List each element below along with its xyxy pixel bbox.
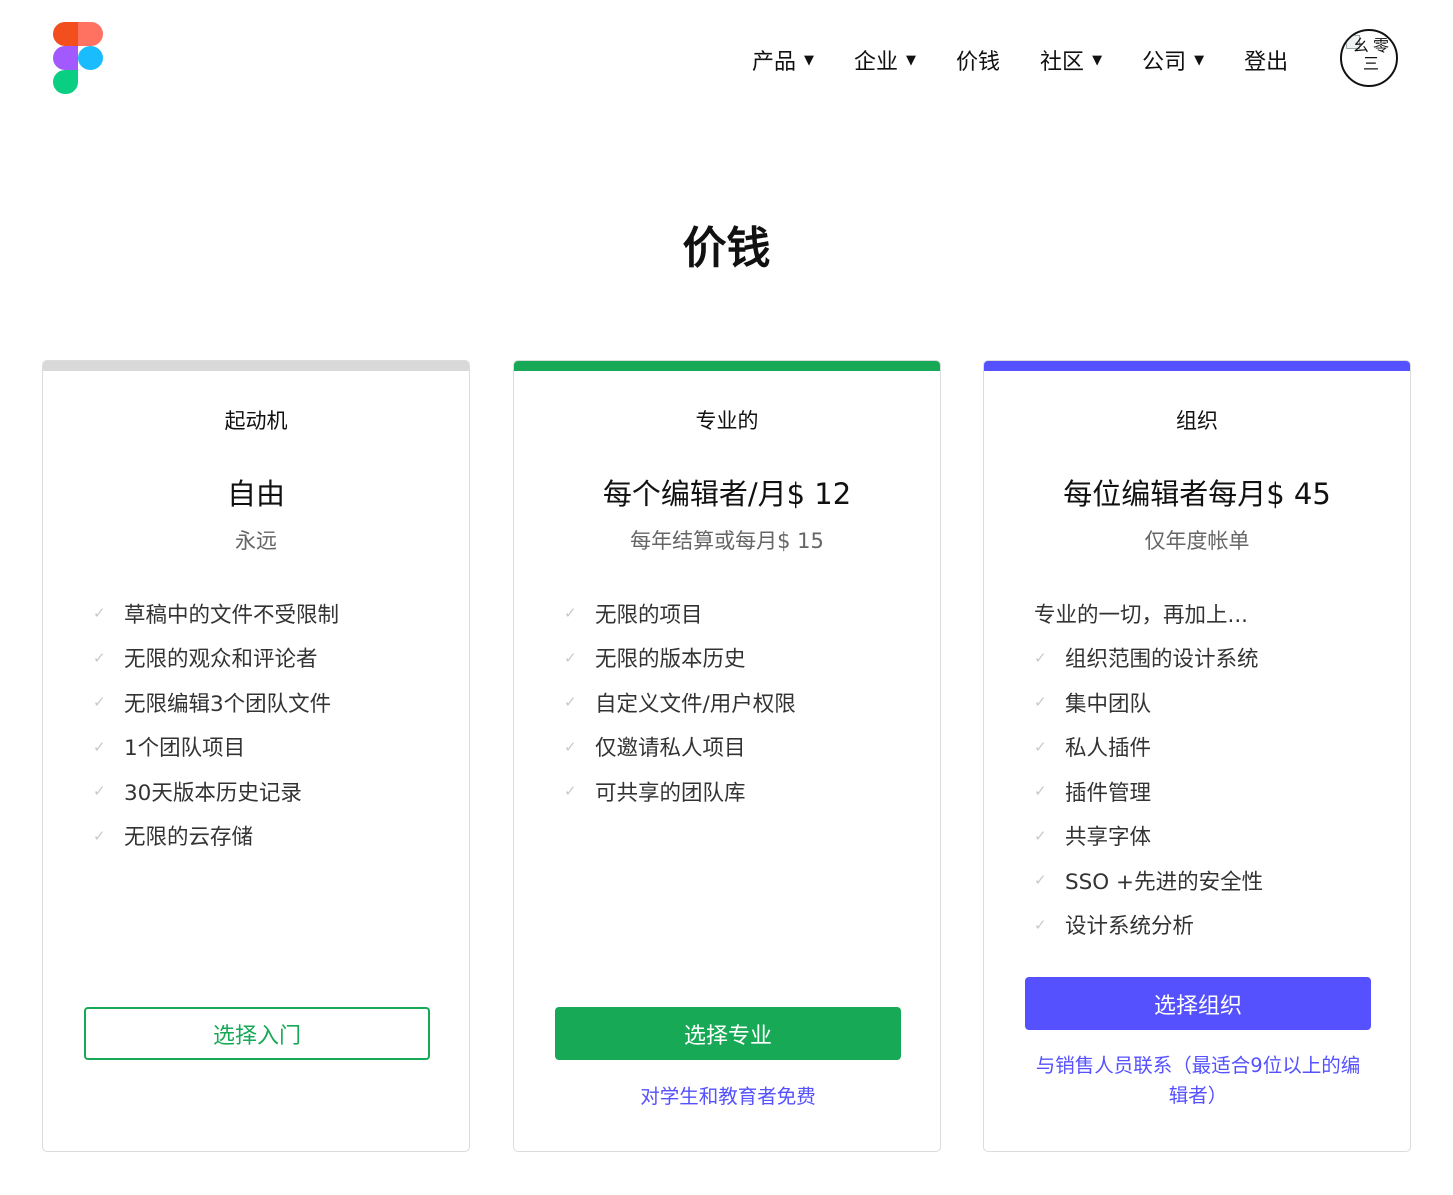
feature-item: ✓ 可共享的团队库 [564,780,746,806]
feature-item: ✓ SSO +先进的安全性 [1034,869,1264,895]
card-accent-bar [514,361,940,371]
check-icon: ✓ [1034,737,1047,756]
check-icon: ✓ [93,826,106,845]
choose-starter-button[interactable]: 选择入门 [84,1007,430,1060]
plan-tier: 专业的 [695,409,759,433]
check-icon: ✓ [564,648,577,667]
nav-label: 产品 [752,50,797,75]
contact-sales-line: 辑者） [1168,1084,1228,1107]
logo-piece-green [53,70,78,94]
check-icon: ✓ [1034,826,1047,845]
feature-item: ✓ 无限的云存储 [93,825,254,851]
card-accent-bar [984,361,1410,371]
check-icon: ✓ [564,782,577,801]
plan-card-professional: 专业的 每个编辑者/月$ 12 每年结算或每月$ 15 ✓ 无限的项目 ✓ 无限的版… [513,360,941,1152]
feature-item: ✓ 30天版本历史记录 [93,780,302,806]
nav-item-pricing[interactable]: 价钱 [956,44,1000,76]
contact-sales-line: 与销售人员联系（最适合9位以上的编 [1035,1054,1361,1077]
feature-item: ✓ 无限编辑3个团队文件 [93,691,332,717]
card-accent-bar [43,361,469,371]
check-icon: ✓ [564,693,577,712]
plan-tier: 组织 [1176,409,1218,433]
choose-organization-button[interactable]: 选择组织 [1025,977,1371,1030]
nav-label: 价钱 [956,50,1001,75]
check-icon: ✓ [93,782,106,801]
nav-label: 社区 [1040,50,1085,75]
feature-list: ✓ 草稿中的文件不受限制 ✓ 无限的观众和评论者 ✓ 无限编辑3个团队文件 ✓ 1个团队… [93,591,339,858]
feature-item: ✓ 组织范围的设计系统 [1034,647,1259,673]
check-icon: ✓ [93,693,106,712]
nav-label: 公司 [1142,50,1187,75]
feature-item: ✓ 1个团队项目 [93,736,246,762]
plan-billing: 仅年度帐单 [1144,529,1250,553]
feature-item: ✓ 共享字体 [1034,825,1152,851]
page-title: 价钱 [682,223,771,274]
feature-item: ✓ 集中团队 [1034,691,1152,717]
feature-intro: 专业的一切，再加上... [1034,602,1249,628]
nav-item-company[interactable]: 公司 ▼ [1142,44,1204,76]
caret-down-icon: ▼ [1092,52,1103,68]
nav-item-enterprise[interactable]: 企业 ▼ [854,44,916,76]
plan-price: 自由 [226,477,285,511]
nav-item-logout[interactable]: 登出 [1244,44,1288,76]
logo-piece-blue [78,46,103,70]
logo-piece-salmon [78,22,103,46]
feature-item: ✓ 插件管理 [1034,780,1152,806]
contact-sales-link[interactable]: 与销售人员联系（最适合9位以上的编 辑者） [1014,1051,1382,1111]
avatar-alt-text: 幺零三 [1352,36,1393,73]
check-icon: ✓ [93,648,106,667]
feature-list: ✓ 无限的项目 ✓ 无限的版本历史 ✓ 自定义文件/用户权限 ✓ 仅邀请私人项目 ✓ 可共… [564,591,796,814]
plan-billing: 每年结算或每月$ 15 [630,529,824,553]
nav-item-products[interactable]: 产品 ▼ [752,44,814,76]
check-icon: ✓ [1034,648,1047,667]
plan-card-organization: 组织 每位编辑者每月$ 45 仅年度帐单 专业的一切，再加上... ✓ 组织范围的… [983,360,1411,1152]
check-icon: ✓ [93,737,106,756]
check-icon: ✓ [1034,915,1047,934]
caret-down-icon: ▼ [1194,52,1205,68]
plan-price: 每个编辑者/月$ 12 [602,477,852,511]
plan-price: 每位编辑者每月$ 45 [1063,477,1331,511]
feature-item: ✓ 草稿中的文件不受限制 [93,602,340,628]
caret-down-icon: ▼ [804,52,815,68]
choose-professional-button[interactable]: 选择专业 [555,1007,901,1060]
feature-item: ✓ 私人插件 [1034,736,1152,762]
caret-down-icon: ▼ [906,52,917,68]
plan-card-starter: 起动机 自由 永远 ✓ 草稿中的文件不受限制 ✓ 无限的观众和评论者 ✓ 无限编辑3个… [42,360,470,1152]
nav-label: 企业 [854,50,899,75]
main-nav: 产品 ▼ 企业 ▼ 价钱 社区 ▼ 公司 ▼ 登出 [752,42,1288,78]
feature-list: 专业的一切，再加上... ✓ 组织范围的设计系统 ✓ 集中团队 ✓ 私人插件 ✓ 插件管… [1034,591,1263,947]
feature-item: ✓ 无限的项目 [564,602,703,628]
check-icon: ✓ [1034,693,1047,712]
feature-item: ✓ 仅邀请私人项目 [564,736,746,762]
check-icon: ✓ [564,737,577,756]
feature-item: ✓ 设计系统分析 [1034,914,1195,940]
feature-item: ✓ 无限的观众和评论者 [93,647,318,673]
figma-logo[interactable] [53,22,103,96]
check-icon: ✓ [1034,782,1047,801]
nav-label: 登出 [1244,50,1289,75]
check-icon: ✓ [93,604,106,623]
plan-tier: 起动机 [224,409,288,433]
feature-item: ✓ 无限的版本历史 [564,647,746,673]
education-link[interactable]: 对学生和教育者免费 [544,1082,912,1112]
feature-item: ✓ 自定义文件/用户权限 [564,691,796,717]
check-icon: ✓ [1034,871,1047,890]
plan-billing: 永远 [235,529,277,553]
avatar[interactable]: 幺零三 [1340,29,1398,87]
check-icon: ✓ [564,604,577,623]
nav-item-community[interactable]: 社区 ▼ [1040,44,1102,76]
logo-piece-red [53,22,78,46]
logo-piece-purple [53,46,78,70]
